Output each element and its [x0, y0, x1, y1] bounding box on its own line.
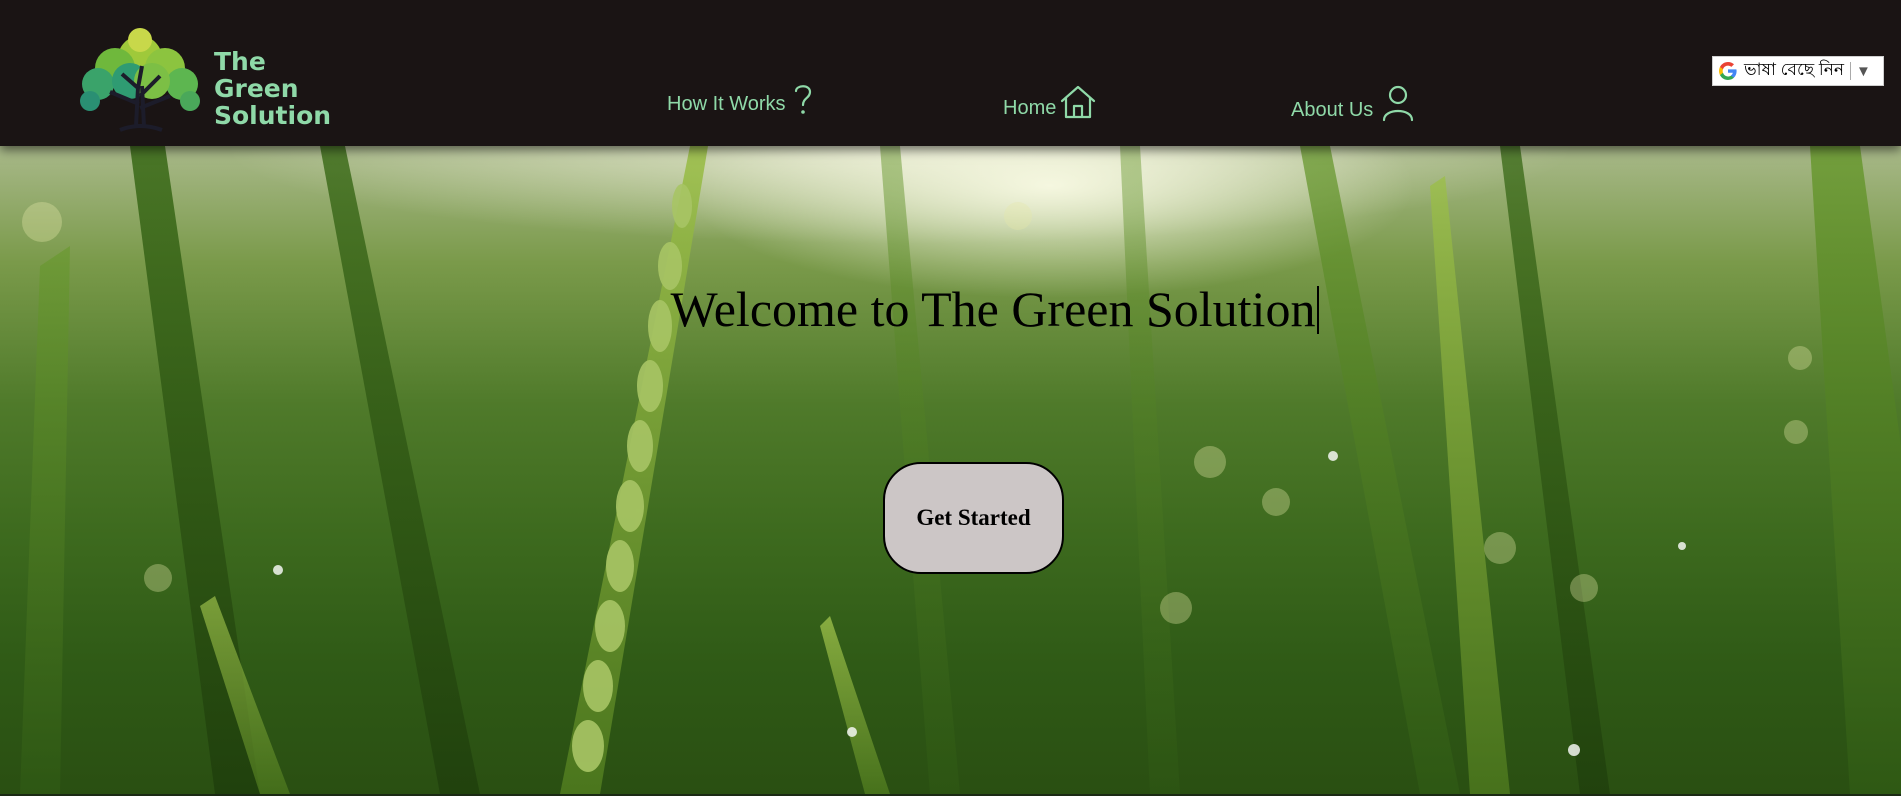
nav-about-us-label: About Us [1291, 99, 1374, 121]
brand-name-line2: Green [214, 74, 299, 103]
tree-logo-icon [80, 28, 200, 132]
google-icon [1719, 62, 1737, 80]
hero-headline: Welcome to The Green Solution [0, 280, 1901, 338]
brand-name-line3: Solution [214, 101, 332, 130]
language-selector[interactable]: ভাষা বেছে নিন ▼ [1712, 56, 1884, 86]
hero-headline-text: Welcome to The Green Solution [670, 281, 1316, 337]
nav-about-us[interactable]: About Us [1291, 84, 1415, 122]
brand-name: The Green Solution [214, 48, 331, 129]
user-icon [1383, 85, 1414, 122]
nav-how-it-works[interactable]: How It Works [667, 82, 814, 116]
question-icon [794, 85, 811, 114]
brand-name-line1: The [214, 47, 266, 76]
get-started-button[interactable]: Get Started [883, 462, 1064, 574]
nav-how-it-works-label: How It Works [667, 93, 786, 115]
hero-section: Welcome to The Green Solution Get Starte… [0, 146, 1901, 794]
text-caret [1317, 286, 1320, 334]
chevron-down-icon: ▼ [1856, 62, 1871, 80]
divider [1850, 62, 1851, 80]
nav-home[interactable]: Home [1003, 84, 1097, 120]
home-icon [1061, 85, 1096, 119]
language-selector-label: ভাষা বেছে নিন [1744, 60, 1844, 79]
nav-home-label: Home [1003, 97, 1057, 119]
logo[interactable]: The Green Solution [70, 26, 350, 136]
site-header: The Green Solution How It Works Home Abo… [0, 0, 1901, 146]
